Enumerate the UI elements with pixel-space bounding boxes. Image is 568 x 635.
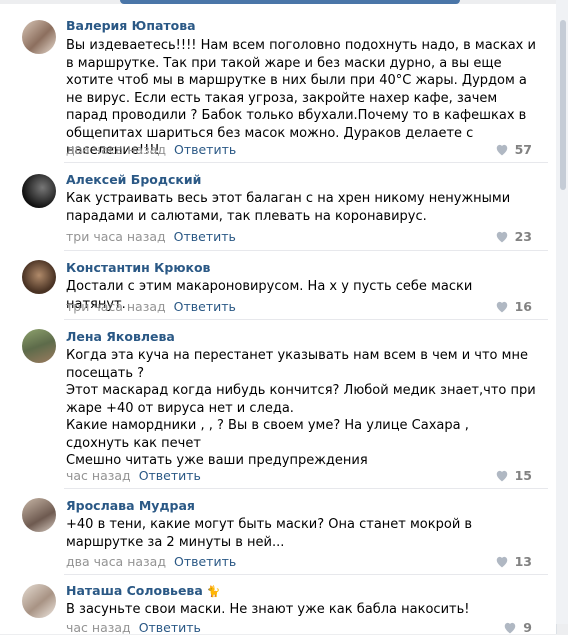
comment-author[interactable]: Наташа Соловьева 🐈 [66, 583, 220, 598]
like-button[interactable]: 23 [495, 229, 532, 244]
heart-icon [505, 622, 516, 634]
reply-button[interactable]: Ответить [139, 620, 201, 635]
like-count: 16 [514, 299, 532, 314]
comments-panel: Валерия Юпатова Вы издеваетесь!!!! Нам в… [0, 4, 557, 635]
comment-text: Как устраивать весь этот балаган с на хр… [66, 191, 511, 224]
comment-time[interactable]: час назад [66, 620, 131, 635]
comment-author[interactable]: Валерия Юпатова [66, 18, 196, 33]
comment-time[interactable]: два часа назад [66, 554, 166, 569]
like-button[interactable]: 16 [495, 299, 532, 314]
comment-meta: два часа назад Ответить [66, 554, 236, 569]
comment-time[interactable]: три часа назад [66, 299, 166, 314]
comment-time[interactable]: час назад [66, 468, 131, 483]
like-button[interactable]: 9 [503, 620, 532, 635]
comment-time[interactable]: три часа назад [66, 229, 166, 244]
comment-author[interactable]: Алексей Бродский [66, 172, 201, 187]
comment-meta: два часа назад Ответить [66, 142, 236, 157]
comment-meta: три часа назад Ответить [66, 229, 236, 244]
like-button[interactable]: 15 [495, 468, 532, 483]
avatar[interactable] [22, 329, 56, 363]
avatar[interactable] [22, 174, 56, 208]
like-button[interactable]: 13 [495, 554, 532, 569]
separator [64, 319, 548, 320]
scrollbar-thumb[interactable] [560, 20, 566, 190]
comment-time[interactable]: два часа назад [66, 142, 166, 157]
like-count: 9 [523, 620, 532, 635]
avatar[interactable] [22, 584, 56, 618]
scrollbar[interactable] [556, 0, 568, 624]
like-count: 57 [514, 142, 532, 157]
comment-text: Когда эта куча на перестанет указывать н… [66, 348, 536, 468]
comment-author[interactable]: Ярослава Мудрая [66, 498, 195, 513]
comment-meta: час назад Ответить [66, 468, 201, 483]
like-button[interactable]: 57 [495, 142, 532, 157]
heart-icon [496, 231, 507, 243]
avatar[interactable] [22, 260, 56, 294]
avatar[interactable] [22, 498, 56, 532]
heart-icon [496, 144, 507, 156]
heart-icon [496, 301, 507, 313]
avatar[interactable] [22, 20, 56, 54]
comment-meta: три часа назад Ответить [66, 299, 236, 314]
like-count: 15 [514, 468, 532, 483]
comment-author[interactable]: Лена Яковлева [66, 329, 175, 344]
cat-icon: 🐈 [206, 585, 221, 598]
reply-button[interactable]: Ответить [174, 299, 236, 314]
separator [64, 250, 548, 251]
comment-meta: час назад Ответить [66, 620, 201, 635]
reply-button[interactable]: Ответить [139, 468, 201, 483]
comment-text: В засуньте свои маски. Не знают уже как … [66, 602, 470, 617]
heart-icon [496, 470, 507, 482]
separator [64, 574, 548, 575]
separator [64, 488, 548, 489]
like-count: 13 [514, 554, 532, 569]
reply-button[interactable]: Ответить [174, 142, 236, 157]
separator [64, 162, 548, 163]
reply-button[interactable]: Ответить [174, 229, 236, 244]
comment-author[interactable]: Константин Крюков [66, 260, 210, 275]
comment-text: +40 в тени, какие могут быть маски? Она … [66, 517, 473, 550]
comment-author-name: Наташа Соловьева [66, 583, 203, 598]
heart-icon [496, 556, 507, 568]
like-count: 23 [514, 229, 532, 244]
reply-button[interactable]: Ответить [174, 554, 236, 569]
